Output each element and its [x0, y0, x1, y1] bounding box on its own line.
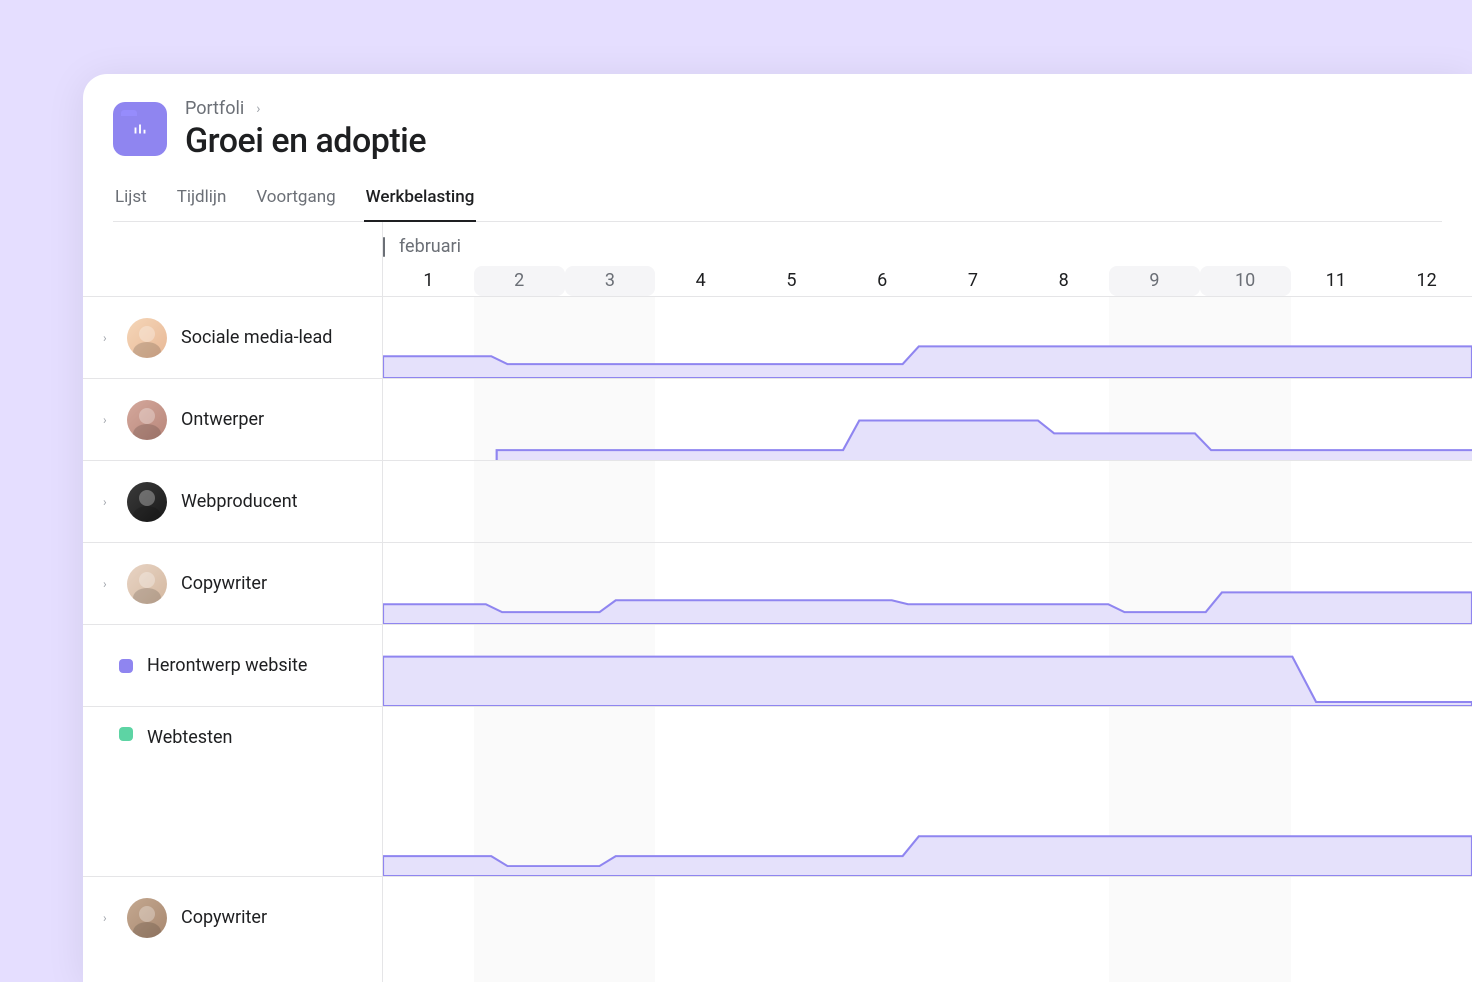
resource-name: Herontwerp website	[147, 655, 307, 676]
workload-row	[383, 460, 1472, 542]
resource-row-designer[interactable]: › Ontwerper	[83, 378, 382, 460]
day-cell[interactable]: 4	[655, 266, 746, 296]
days-header: 123456789101112	[383, 266, 1472, 296]
day-cell[interactable]: 8	[1018, 266, 1109, 296]
day-cell[interactable]: 2	[474, 266, 565, 296]
day-cell[interactable]: 10	[1200, 266, 1291, 296]
workload-row	[383, 378, 1472, 460]
month-text: februari	[399, 236, 461, 257]
day-cell[interactable]: 5	[746, 266, 837, 296]
resource-row-website-redesign[interactable]: Herontwerp website	[83, 624, 382, 706]
day-cell[interactable]: 6	[837, 266, 928, 296]
avatar	[127, 400, 167, 440]
month-label: februari	[383, 236, 461, 257]
resource-name: Copywriter	[181, 573, 267, 594]
chevron-right-icon[interactable]: ›	[103, 495, 113, 509]
day-cell[interactable]: 12	[1381, 266, 1472, 296]
chevron-right-icon: ›	[256, 101, 260, 117]
month-marker	[383, 237, 385, 257]
day-cell[interactable]: 1	[383, 266, 474, 296]
resource-name: Webtesten	[147, 727, 232, 748]
title-row: Portfoli › Groei en adoptie	[113, 98, 1442, 161]
tabs: Lijst Tijdlijn Voortgang Werkbelasting	[113, 179, 1442, 222]
workload-row	[383, 296, 1472, 378]
resource-row-social-media-lead[interactable]: › Sociale media-lead	[83, 296, 382, 378]
resource-list: › Sociale media-lead › Ontwerper › Webpr…	[83, 222, 383, 982]
resource-name: Copywriter	[181, 907, 267, 928]
project-color-chip	[119, 659, 133, 673]
workload-rows	[383, 296, 1472, 982]
day-cell[interactable]: 11	[1291, 266, 1382, 296]
workload-row	[383, 542, 1472, 624]
resource-row-copywriter-2[interactable]: › Copywriter	[83, 876, 382, 958]
workload-row	[383, 876, 1472, 958]
breadcrumb-parent[interactable]: Portfoli	[185, 98, 244, 119]
timeline-chart[interactable]: februari 123456789101112	[383, 222, 1472, 982]
workload-row	[383, 624, 1472, 706]
tab-list[interactable]: Lijst	[113, 179, 149, 221]
page-title: Groei en adoptie	[185, 121, 426, 161]
avatar	[127, 482, 167, 522]
day-cell[interactable]: 9	[1109, 266, 1200, 296]
avatar	[127, 564, 167, 604]
chevron-right-icon[interactable]: ›	[103, 413, 113, 427]
resource-row-web-producer[interactable]: › Webproducent	[83, 460, 382, 542]
title-text-block: Portfoli › Groei en adoptie	[185, 98, 426, 161]
day-cell[interactable]: 3	[565, 266, 656, 296]
resource-name: Webproducent	[181, 491, 298, 512]
tab-timeline[interactable]: Tijdlijn	[175, 179, 229, 221]
resource-name: Sociale media-lead	[181, 327, 332, 348]
breadcrumb[interactable]: Portfoli ›	[185, 98, 426, 119]
day-cell[interactable]: 7	[928, 266, 1019, 296]
resource-row-copywriter[interactable]: › Copywriter	[83, 542, 382, 624]
app-window: Portfoli › Groei en adoptie Lijst Tijdli…	[83, 74, 1472, 982]
tab-progress[interactable]: Voortgang	[254, 179, 337, 221]
header: Portfoli › Groei en adoptie Lijst Tijdli…	[83, 74, 1472, 222]
resource-row-web-testing[interactable]: Webtesten	[83, 706, 382, 876]
project-color-chip	[119, 727, 133, 741]
portfolio-folder-icon[interactable]	[113, 102, 167, 156]
chevron-right-icon[interactable]: ›	[103, 911, 113, 925]
chevron-right-icon[interactable]: ›	[103, 331, 113, 345]
tab-workload[interactable]: Werkbelasting	[364, 179, 477, 221]
avatar	[127, 898, 167, 938]
chevron-right-icon[interactable]: ›	[103, 577, 113, 591]
timeline-area: › Sociale media-lead › Ontwerper › Webpr…	[83, 222, 1472, 982]
avatar	[127, 318, 167, 358]
resource-name: Ontwerper	[181, 409, 264, 430]
workload-row	[383, 706, 1472, 876]
